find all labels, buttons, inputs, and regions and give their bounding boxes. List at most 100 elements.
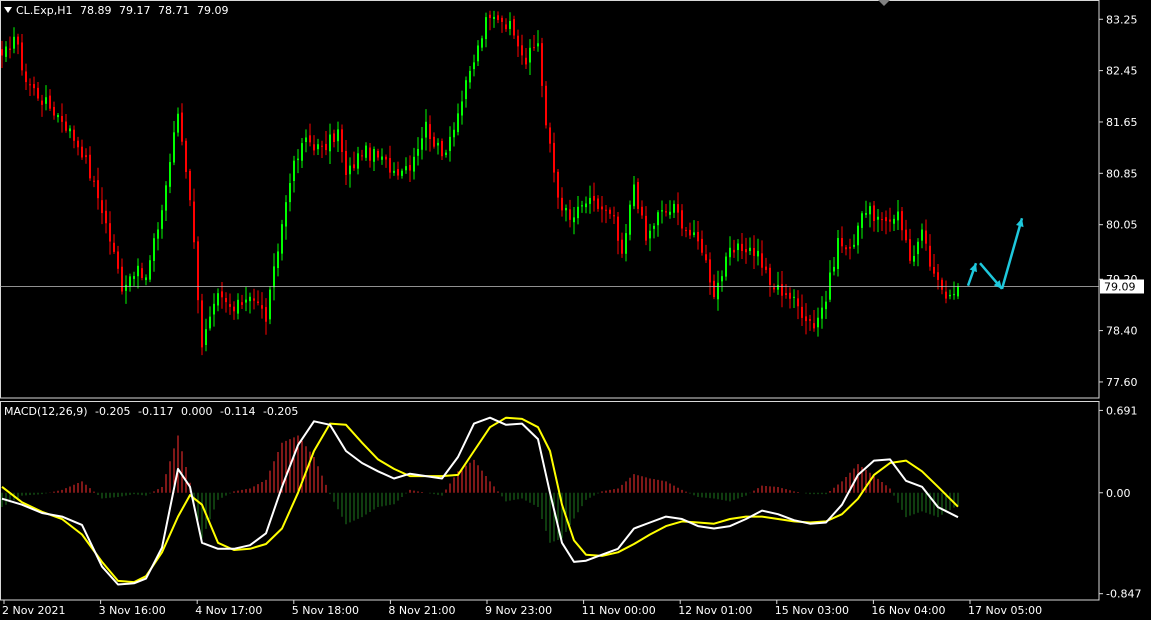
bear-candle [81, 146, 83, 158]
bear-candle [765, 266, 767, 270]
bull-candle [297, 158, 299, 161]
bear-candle [617, 216, 619, 241]
bear-candle [533, 47, 535, 49]
bear-candle [489, 14, 491, 18]
bull-candle [657, 212, 659, 226]
bear-candle [309, 135, 311, 143]
bear-candle [645, 215, 647, 241]
bull-candle [405, 166, 407, 171]
bear-candle [497, 15, 499, 21]
bull-candle [729, 247, 731, 258]
bull-candle [457, 113, 459, 133]
bull-candle [421, 138, 423, 150]
bull-candle [281, 224, 283, 254]
bear-candle [701, 238, 703, 253]
bear-candle [933, 266, 935, 274]
bear-candle [901, 211, 903, 231]
bear-candle [517, 35, 519, 47]
bear-candle [781, 284, 783, 296]
bull-candle [417, 148, 419, 156]
price-axis-label: 80.85 [1106, 167, 1138, 180]
bear-candle [909, 239, 911, 261]
bear-candle [117, 251, 119, 269]
bear-candle [785, 293, 787, 295]
bull-candle [125, 284, 127, 291]
bull-candle [133, 276, 135, 279]
bear-candle [193, 201, 195, 243]
bull-candle [777, 284, 779, 290]
bull-candle [449, 136, 451, 152]
bear-candle [881, 219, 883, 221]
macd-axis-label: 0.00 [1106, 487, 1131, 500]
bull-candle [237, 299, 239, 314]
bear-candle [201, 300, 203, 348]
bull-candle [869, 206, 871, 215]
shift-marker-icon[interactable] [878, 0, 890, 6]
bull-candle [829, 272, 831, 300]
bull-candle [537, 43, 539, 47]
bear-candle [321, 145, 323, 147]
bear-candle [113, 242, 115, 252]
bull-candle [717, 282, 719, 300]
bear-candle [813, 323, 815, 329]
bear-candle [873, 205, 875, 222]
bear-candle [9, 48, 11, 50]
bear-candle [801, 306, 803, 318]
bear-candle [621, 239, 623, 254]
bear-candle [945, 291, 947, 299]
bear-candle [89, 154, 91, 179]
bear-candle [73, 129, 75, 141]
macd-signal-line [1, 416, 959, 584]
bear-candle [93, 180, 95, 182]
bull-candle [629, 204, 631, 235]
bear-candle [109, 223, 111, 242]
bear-candle [937, 272, 939, 280]
bear-candle [841, 238, 843, 247]
bull-candle [673, 203, 675, 213]
bear-candle [345, 150, 347, 175]
bull-candle [749, 247, 751, 251]
bear-candle [333, 133, 335, 142]
bull-candle [5, 46, 7, 57]
bear-candle [685, 230, 687, 232]
bear-candle [553, 142, 555, 173]
bear-candle [105, 210, 107, 224]
open-value: 78.89 [80, 4, 112, 17]
chart-canvas[interactable]: 83.2582.4581.6580.8580.0579.2078.4077.60… [0, 0, 1151, 620]
bull-candle [461, 101, 463, 116]
bear-candle [181, 112, 183, 142]
bull-candle [173, 132, 175, 163]
bull-candle [177, 113, 179, 133]
forecast-arrow-up-icon-head [969, 263, 977, 273]
price-axis-label: 77.60 [1106, 376, 1138, 389]
bull-candle [293, 160, 295, 181]
bull-candle [205, 329, 207, 345]
bear-candle [605, 209, 607, 211]
bull-candle [285, 202, 287, 227]
bear-candle [845, 247, 847, 250]
bear-candle [505, 24, 507, 30]
bull-candle [509, 21, 511, 29]
bear-candle [409, 164, 411, 171]
bear-candle [525, 57, 527, 65]
bull-candle [161, 210, 163, 229]
bull-candle [897, 211, 899, 221]
bear-candle [233, 306, 235, 312]
bull-candle [529, 47, 531, 63]
bear-candle [141, 268, 143, 278]
time-axis-label: 11 Nov 00:00 [582, 604, 656, 617]
price-axis-label: 81.65 [1106, 116, 1138, 129]
bear-candle [385, 156, 387, 160]
bear-candle [513, 19, 515, 36]
bear-candle [1, 49, 3, 56]
low-value: 78.71 [158, 4, 190, 17]
bear-candle [265, 307, 267, 322]
macd-axis-label: -0.847 [1106, 588, 1141, 601]
bull-candle [485, 17, 487, 40]
bull-candle [277, 251, 279, 269]
price-axis-label: 80.05 [1106, 219, 1138, 232]
bear-candle [313, 144, 315, 151]
collapse-triangle-icon[interactable] [4, 7, 12, 13]
bull-candle [217, 293, 219, 306]
macd-header-value: -0.114 [219, 405, 256, 418]
